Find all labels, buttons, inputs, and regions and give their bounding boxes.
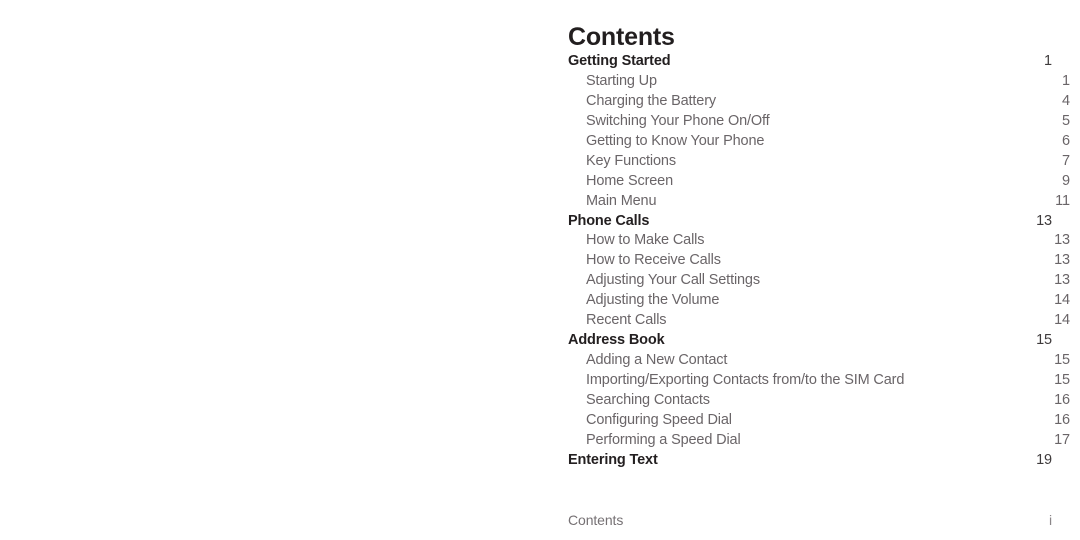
toc-leader-dots bbox=[721, 271, 1053, 272]
toc-entry-label: Home Screen bbox=[586, 172, 673, 189]
toc-leader-dots bbox=[904, 391, 1053, 392]
page-text-column: Contents Getting Started 1 Starting Up 1 Cha… bbox=[568, 0, 1070, 540]
toc-entry[interactable]: Entering Text 19 bbox=[568, 452, 1052, 472]
toc-entry[interactable]: Starting Up 1 bbox=[568, 73, 1070, 93]
toc-entry-label: Key Functions bbox=[586, 152, 676, 169]
toc-entry[interactable]: Main Menu 11 bbox=[568, 193, 1070, 213]
toc-entry-page-number: 1 bbox=[1062, 72, 1070, 89]
toc-entry-label: Starting Up bbox=[586, 72, 657, 89]
toc-entry-label: Switching Your Phone On/Off bbox=[586, 112, 770, 129]
toc-entry[interactable]: Recent Calls 14 bbox=[568, 312, 1070, 332]
toc-entry-label: Performing a Speed Dial bbox=[586, 431, 741, 448]
toc-leader-dots bbox=[732, 371, 1053, 372]
toc-entry[interactable]: Switching Your Phone On/Off 5 bbox=[568, 113, 1070, 133]
toc-leader-dots bbox=[732, 431, 1053, 432]
toc-entry-label: Adjusting Your Call Settings bbox=[586, 272, 760, 289]
toc-leader-dots bbox=[704, 251, 1053, 252]
toc-leader-dots bbox=[719, 311, 1053, 312]
document-page: Contents Getting Started 1 Starting Up 1 Cha… bbox=[0, 0, 1080, 540]
toc-entry-page-number: 15 bbox=[1054, 372, 1070, 388]
toc-entry[interactable]: Adding a New Contact 15 bbox=[568, 352, 1070, 372]
toc-entry-label: How to Receive Calls bbox=[586, 252, 721, 269]
toc-entry-page-number: 6 bbox=[1062, 132, 1070, 149]
toc-leader-dots bbox=[769, 152, 1061, 153]
toc-entry[interactable]: Importing/Exporting Contacts from/to the… bbox=[568, 372, 1070, 392]
toc-entry-page-number: 4 bbox=[1062, 92, 1070, 109]
toc-entry-label: Searching Contacts bbox=[586, 391, 710, 408]
toc-entry-page-number: 14 bbox=[1054, 312, 1070, 329]
toc-entry-page-number: 1 bbox=[1044, 53, 1052, 69]
toc-entry-page-number: 5 bbox=[1062, 112, 1070, 129]
toc-entry[interactable]: How to Receive Calls 13 bbox=[568, 252, 1070, 272]
toc-entry-label: Configuring Speed Dial bbox=[586, 411, 732, 428]
toc-entry-page-number: 11 bbox=[1055, 192, 1070, 209]
toc-entry[interactable]: Adjusting Your Call Settings 13 bbox=[568, 272, 1070, 292]
toc-leader-dots bbox=[661, 212, 1054, 213]
toc-entry[interactable]: Key Functions 7 bbox=[568, 153, 1070, 173]
toc-entry[interactable]: Adjusting the Volume 14 bbox=[568, 292, 1070, 312]
toc-leader-dots bbox=[673, 192, 1061, 193]
toc-entry-page-number: 16 bbox=[1054, 411, 1070, 428]
toc-entry-label: Getting to Know Your Phone bbox=[586, 132, 765, 149]
toc-entry[interactable]: Home Screen 9 bbox=[568, 173, 1070, 193]
toc-entry-page-number: 15 bbox=[1054, 352, 1070, 369]
toc-entry[interactable]: Phone Calls 13 bbox=[568, 213, 1052, 233]
toc-leader-dots bbox=[765, 291, 1053, 292]
toc-entry[interactable]: Address Book 15 bbox=[568, 332, 1052, 352]
toc-entry-page-number: 13 bbox=[1054, 252, 1070, 269]
toc-entry-page-number: 16 bbox=[1054, 391, 1070, 408]
toc-entry-label: Main Menu bbox=[586, 192, 657, 209]
toc-entry-page-number: 15 bbox=[1036, 332, 1052, 349]
toc-entry-page-number: 17 bbox=[1054, 431, 1070, 448]
toc-entry-label: Adding a New Contact bbox=[586, 352, 728, 369]
toc-leader-dots bbox=[670, 72, 1043, 73]
toc-entry-label: Address Book bbox=[568, 332, 665, 349]
toc-entry-label: How to Make Calls bbox=[586, 232, 705, 249]
toc-leader-dots bbox=[741, 451, 1054, 452]
toc-leader-dots bbox=[770, 132, 1062, 133]
page-title: Contents bbox=[568, 23, 675, 51]
toc-entry[interactable]: How to Make Calls 13 bbox=[568, 232, 1070, 252]
toc-entry-page-number: 13 bbox=[1036, 212, 1052, 229]
toc-entry-label: Charging the Battery bbox=[586, 92, 716, 109]
toc-entry-label: Importing/Exporting Contacts from/to the… bbox=[586, 372, 905, 388]
toc-leader-dots bbox=[681, 172, 1061, 173]
toc-leader-dots bbox=[715, 411, 1053, 412]
toc-entry-page-number: 13 bbox=[1054, 232, 1070, 249]
toc-entry-label: Recent Calls bbox=[586, 312, 667, 329]
footer-section-label: Contents bbox=[568, 512, 624, 528]
toc-entry[interactable]: Getting to Know Your Phone 6 bbox=[568, 133, 1070, 153]
toc-entry-page-number: 14 bbox=[1054, 292, 1070, 309]
toc-leader-dots bbox=[663, 471, 1035, 472]
toc-entry-page-number: 9 bbox=[1062, 172, 1070, 189]
toc-leader-dots bbox=[649, 231, 1035, 232]
toc-entry-page-number: 19 bbox=[1036, 451, 1052, 468]
toc-leader-dots bbox=[665, 351, 1036, 352]
toc-entry-page-number: 7 bbox=[1062, 152, 1070, 169]
toc-entry-label: Adjusting the Volume bbox=[586, 292, 720, 309]
toc-entry-label: Getting Started bbox=[568, 53, 671, 69]
footer-page-number: i bbox=[1048, 512, 1052, 528]
toc-entry[interactable]: Performing a Speed Dial 17 bbox=[568, 432, 1070, 452]
toc-leader-dots bbox=[666, 331, 1053, 332]
toc-entry-label: Entering Text bbox=[568, 451, 658, 468]
toc-entry[interactable]: Searching Contacts 16 bbox=[568, 392, 1070, 412]
table-of-contents-list: Getting Started 1 Starting Up 1 Charging the… bbox=[568, 53, 1070, 472]
toc-entry-page-number: 13 bbox=[1054, 272, 1070, 289]
toc-entry[interactable]: Charging the Battery 4 bbox=[568, 93, 1070, 113]
toc-entry-label: Phone Calls bbox=[568, 212, 650, 229]
page-footer: Contents i bbox=[568, 512, 1052, 528]
toc-leader-dots bbox=[657, 92, 1061, 93]
toc-entry[interactable]: Configuring Speed Dial 16 bbox=[568, 412, 1070, 432]
toc-leader-dots bbox=[721, 112, 1061, 113]
toc-entry[interactable]: Getting Started 1 bbox=[568, 53, 1052, 73]
